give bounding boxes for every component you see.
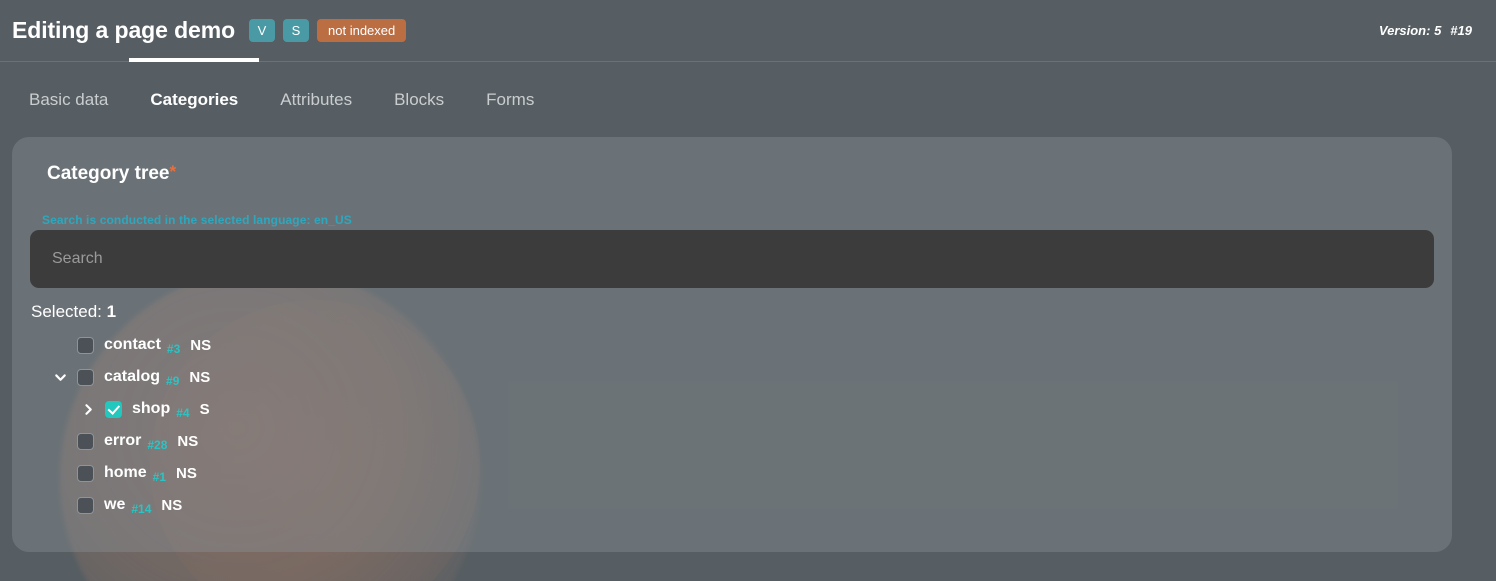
tree-node-label: contact [104, 336, 161, 353]
version-info: Version: 5 #19 [1379, 23, 1472, 38]
tree-node-flag: NS [189, 368, 211, 386]
required-asterisk-icon: * [169, 162, 177, 181]
tab-blocks[interactable]: Blocks [373, 62, 465, 138]
search-language-hint: Search is conducted in the selected lang… [42, 213, 352, 227]
tree-checkbox-error[interactable] [77, 432, 94, 450]
tree-row[interactable]: contact #3 NS [30, 329, 1434, 361]
tab-forms[interactable]: Forms [465, 62, 555, 138]
tree-checkbox-catalog[interactable] [77, 368, 94, 386]
tree-node-flag: NS [190, 336, 212, 354]
tree-checkbox-contact[interactable] [77, 336, 94, 354]
tab-categories[interactable]: Categories [129, 57, 260, 138]
tree-node-flag: NS [177, 432, 199, 450]
chevron-right-icon[interactable] [77, 398, 99, 420]
badge-v[interactable]: V [249, 19, 276, 42]
page-title: Editing a page demo [12, 17, 236, 43]
tree-node-label: catalog [104, 368, 161, 385]
chevron-down-icon[interactable] [49, 366, 71, 388]
tree-checkbox-we[interactable] [77, 496, 94, 514]
tree-checkbox-shop[interactable] [105, 400, 122, 418]
tree-node-id: #1 [152, 470, 167, 484]
panel-title: Category tree* [30, 163, 1434, 185]
tree-row[interactable]: home #1 NS [30, 457, 1434, 489]
search-input[interactable] [30, 230, 1434, 288]
tree-row[interactable]: shop #4 S [30, 393, 1434, 425]
tree-node-id: #9 [166, 374, 180, 388]
selected-count-value: 1 [106, 302, 117, 321]
header-badge-group: V S not indexed [249, 19, 407, 42]
tree-node-id: #4 [176, 406, 190, 420]
tab-attributes[interactable]: Attributes [259, 62, 373, 138]
tree-row[interactable]: error #28 NS [30, 425, 1434, 457]
tree-node-label: shop [132, 400, 171, 417]
badge-s[interactable]: S [283, 19, 310, 42]
selected-label: Selected: [31, 302, 102, 321]
tab-basic-data[interactable]: Basic data [29, 62, 129, 138]
badge-not-indexed: not indexed [317, 19, 407, 42]
tree-node-flag: NS [176, 464, 197, 482]
category-tree: contact #3 NS catalog #9 NS shop #4 S er… [30, 329, 1434, 521]
panel-title-text: Category tree [47, 163, 170, 184]
tree-checkbox-home[interactable] [77, 464, 94, 482]
category-tree-panel: Category tree* Search is conducted in th… [12, 137, 1452, 552]
build-number: #19 [1450, 23, 1472, 38]
page-header: Editing a page demo V S not indexed Vers… [0, 0, 1496, 61]
tree-row[interactable]: catalog #9 NS [30, 361, 1434, 393]
tree-node-id: #3 [166, 342, 181, 356]
tree-node-label: we [104, 496, 126, 513]
tree-node-flag: NS [161, 496, 183, 514]
version-label: Version: 5 [1378, 23, 1442, 38]
tree-node-label: home [104, 464, 147, 481]
selected-count-line: Selected: 1 [30, 302, 1434, 322]
tree-row[interactable]: we #14 NS [30, 489, 1434, 521]
tree-node-flag: S [199, 400, 210, 418]
tab-bar: Basic data Categories Attributes Blocks … [0, 57, 1496, 138]
tree-node-label: error [104, 432, 142, 449]
tree-node-id: #28 [147, 438, 168, 452]
tree-node-id: #14 [131, 502, 152, 516]
